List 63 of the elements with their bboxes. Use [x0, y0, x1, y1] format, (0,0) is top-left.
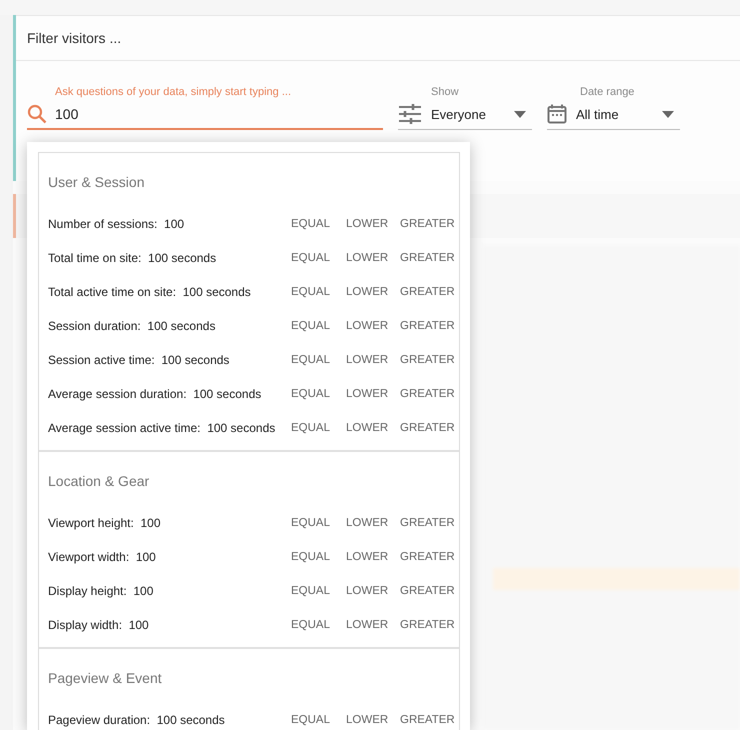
- show-dropdown[interactable]: Everyone: [398, 99, 532, 130]
- operator-button[interactable]: LOWER: [346, 350, 400, 370]
- show-label: Show: [430, 85, 460, 99]
- sliders-icon: [398, 104, 422, 124]
- search-label: Ask questions of your data, simply start typing ...: [54, 85, 292, 99]
- operator-button[interactable]: LOWER: [346, 710, 400, 730]
- operator-button[interactable]: GREATER: [400, 316, 459, 336]
- operator-button[interactable]: EQUAL: [291, 214, 346, 234]
- operator-button[interactable]: GREATER: [400, 513, 459, 533]
- operator-button[interactable]: EQUAL: [291, 547, 346, 567]
- operator-button[interactable]: LOWER: [346, 418, 400, 438]
- suggestion-label: Number of sessions: 100: [48, 217, 186, 231]
- operator-button[interactable]: LOWER: [346, 384, 400, 404]
- suggestion-label: Display width: 100: [48, 618, 150, 632]
- operator-button[interactable]: GREATER: [400, 547, 459, 567]
- operator-button[interactable]: LOWER: [346, 513, 400, 533]
- operator-button[interactable]: EQUAL: [291, 615, 346, 635]
- operator-button[interactable]: GREATER: [400, 248, 459, 268]
- suggestion-label: Session active time: 100 seconds: [48, 353, 230, 367]
- operator-button[interactable]: GREATER: [400, 615, 459, 635]
- operator-button[interactable]: LOWER: [346, 581, 400, 601]
- suggestion-label: Viewport width: 100: [48, 550, 157, 564]
- operator-button[interactable]: LOWER: [346, 316, 400, 336]
- date-range-label: Date range: [579, 85, 636, 99]
- operator-button[interactable]: EQUAL: [291, 513, 346, 533]
- suggestion-label: Display height: 100: [48, 584, 154, 598]
- section-heading: Pageview & Event: [48, 670, 162, 686]
- operator-button[interactable]: LOWER: [346, 547, 400, 567]
- operator-button[interactable]: EQUAL: [291, 384, 346, 404]
- operator-button[interactable]: GREATER: [400, 581, 459, 601]
- suggestion-label: Average session duration: 100 seconds: [48, 387, 262, 401]
- section-heading: User & Session: [48, 174, 144, 190]
- operator-button[interactable]: GREATER: [400, 384, 459, 404]
- date-range-dropdown[interactable]: All time: [547, 99, 680, 130]
- operator-button[interactable]: LOWER: [346, 282, 400, 302]
- calendar-icon: [547, 104, 567, 124]
- operator-button[interactable]: GREATER: [400, 418, 459, 438]
- suggestion-label: Total time on site: 100 seconds: [48, 251, 218, 265]
- filter-bar-title: Filter visitors ...: [27, 30, 122, 46]
- suggestion-label: Pageview duration: 100 seconds: [48, 713, 226, 727]
- operator-button[interactable]: GREATER: [400, 214, 459, 234]
- operator-button[interactable]: LOWER: [346, 248, 400, 268]
- operator-button[interactable]: EQUAL: [291, 710, 346, 730]
- suggestion-label: Viewport height: 100: [48, 516, 162, 530]
- operator-button[interactable]: LOWER: [346, 214, 400, 234]
- operator-button[interactable]: LOWER: [346, 615, 400, 635]
- operator-button[interactable]: EQUAL: [291, 350, 346, 370]
- operator-button[interactable]: EQUAL: [291, 248, 346, 268]
- suggestion-label: Total active time on site: 100 seconds: [48, 285, 252, 299]
- section-heading: Location & Gear: [48, 473, 150, 489]
- suggestion-label: Session duration: 100 seconds: [48, 319, 216, 333]
- operator-button[interactable]: EQUAL: [291, 418, 346, 438]
- search-field[interactable]: 100: [55, 106, 383, 122]
- operator-button[interactable]: GREATER: [400, 350, 459, 370]
- operator-button[interactable]: GREATER: [400, 710, 459, 730]
- suggestion-label: Average session active time: 100 seconds: [48, 421, 276, 435]
- caret-icon: [514, 110, 526, 118]
- search-icon: [27, 104, 47, 124]
- caret-icon: [662, 110, 674, 118]
- operator-button[interactable]: EQUAL: [291, 581, 346, 601]
- operator-button[interactable]: EQUAL: [291, 282, 346, 302]
- operator-button[interactable]: EQUAL: [291, 316, 346, 336]
- operator-button[interactable]: GREATER: [400, 282, 459, 302]
